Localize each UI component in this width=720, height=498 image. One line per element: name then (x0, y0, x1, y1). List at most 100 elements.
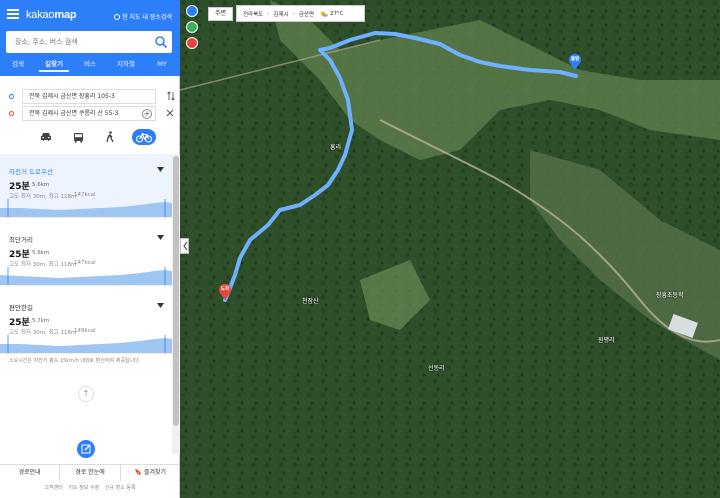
route-option-shortest[interactable]: 최단거리 25분 5.6km 고도 최저 30m, 최고 118m 147kca… (0, 222, 172, 286)
tab-my[interactable]: MY (144, 59, 180, 74)
mode-bus[interactable] (68, 129, 88, 145)
breadcrumb-province: 전라북도 (243, 11, 264, 18)
tab-label: 버스 (84, 60, 96, 68)
route-time: 25분 (9, 182, 30, 192)
end-dot-icon (9, 111, 14, 116)
walk-icon (106, 131, 114, 143)
mode-walk[interactable] (100, 129, 120, 145)
tab-search[interactable]: 검색 (0, 59, 36, 74)
pencil-icon (81, 444, 91, 454)
transport-mode-row (0, 125, 180, 149)
weather-temperature: 27°C (330, 10, 344, 17)
footer-link-edit-map[interactable]: 지도 정보 수정 (68, 485, 99, 491)
start-point-input[interactable]: 전북 김제시 금산면 장흥리 105-3 (22, 89, 156, 104)
top-bar: kakaomap 현 지도 내 장소검색 검색 길찾기 버스 지하철 MY (0, 0, 180, 76)
search-box (6, 31, 172, 53)
chevron-down-icon[interactable] (157, 167, 164, 172)
tab-bar: 검색 길찾기 버스 지하철 MY (0, 59, 180, 74)
tab-label: MY (157, 60, 167, 68)
map-layer-pins (186, 5, 200, 53)
add-waypoint-icon[interactable]: + (142, 109, 152, 119)
satellite-map (180, 0, 720, 498)
swap-icon[interactable] (167, 91, 175, 101)
near-places-label: 현 지도 내 장소검색 (122, 14, 172, 21)
end-point-input[interactable]: 전북 김제시 금산면 쿠릉리 산 55-3 (22, 106, 156, 121)
route-distance: 5.6km (32, 182, 50, 188)
tab-bus[interactable]: 버스 (72, 59, 108, 74)
route-list: 자전거 도로우선 25분 5.6km 고도 최저 30m, 최고 118m 14… (0, 154, 172, 454)
route-name: 편안한길 (9, 304, 33, 312)
near-places-search-button[interactable]: 현 지도 내 장소검색 (114, 12, 172, 21)
map-label-village: 선동리 (428, 365, 445, 372)
mode-bicycle[interactable] (132, 129, 156, 145)
favorite-button[interactable]: 🔖 즐겨찾기 (121, 465, 180, 481)
footer-link-add-place[interactable]: 신규 장소 등록 (105, 485, 136, 491)
green-pin-icon[interactable] (186, 21, 198, 33)
logo-text-map: map (54, 9, 77, 21)
logo[interactable]: kakaomap (26, 9, 77, 21)
bus-icon (73, 132, 83, 143)
chevron-left-icon (183, 241, 188, 251)
route-name: 최단거리 (9, 236, 33, 244)
search-icon[interactable] (154, 35, 168, 49)
nearby-button[interactable]: 주변 (208, 7, 233, 21)
route-distance: 5.6km (32, 250, 50, 256)
tab-label: 길찾기 (39, 60, 69, 72)
breadcrumb-district: 금산면 (298, 11, 315, 18)
tab-subway[interactable]: 지하철 (108, 59, 144, 74)
sidebar: kakaomap 현 지도 내 장소검색 검색 길찾기 버스 지하철 MY 전북… (0, 0, 180, 498)
bookmark-icon: 🔖 (134, 469, 144, 476)
map-label-mountain: 천잠산 (302, 298, 319, 305)
route-calories: 149kcal (74, 328, 96, 334)
tab-label: 지하철 (117, 60, 135, 68)
end-marker[interactable]: 도착 (218, 283, 232, 301)
sun-cloud-icon (321, 11, 328, 17)
start-dot-icon (9, 94, 14, 99)
route-calories: 147kcal (74, 260, 96, 266)
menu-icon[interactable] (7, 9, 19, 19)
blue-pin-icon[interactable] (186, 5, 198, 17)
search-input[interactable] (6, 31, 146, 53)
route-calories: 147kcal (74, 192, 96, 198)
route-distance: 5.7km (32, 318, 50, 324)
chevron-down-icon[interactable] (157, 235, 164, 240)
elevation-profile (0, 335, 172, 353)
elevation-profile (0, 199, 172, 217)
tab-directions[interactable]: 길찾기 (36, 59, 72, 74)
map-view[interactable]: 주변 전라북도 › 김제시 › 금산면 27°C 출발 도착 흥리 천잠산 선동리 … (180, 0, 720, 498)
scroll-top-button[interactable]: ↑ (78, 386, 94, 402)
edit-button[interactable] (77, 440, 95, 458)
map-label-village: 흥리 (330, 144, 342, 151)
route-time: 25분 (9, 318, 30, 328)
collapse-sidebar-button[interactable] (180, 238, 189, 254)
route-guide-button[interactable]: 경로안내 (0, 465, 61, 481)
scroll-thumb[interactable] (173, 156, 179, 426)
duration-notice: 소요시간은 자전거 평속 15km/h 내외로 환산하여 제공됩니다. (9, 358, 141, 364)
red-pin-icon[interactable] (186, 37, 198, 49)
footer: 고객센터 지도 정보 수정 신규 장소 등록 (0, 484, 180, 496)
start-marker[interactable]: 출발 (568, 53, 582, 71)
route-inputs: 전북 김제시 금산면 장흥리 105-3 전북 김제시 금산면 쿠릉리 산 55… (0, 84, 180, 124)
route-option-comfortable[interactable]: 편안한길 25분 5.7km 고도 최저 30m, 최고 118m 149kca… (0, 290, 172, 354)
chevron-down-icon[interactable] (157, 303, 164, 308)
location-breadcrumb[interactable]: 전라북도 › 김제시 › 금산면 27°C (236, 5, 365, 22)
car-icon (41, 133, 51, 141)
favorite-label: 즐겨찾기 (143, 469, 167, 476)
tab-label: 검색 (12, 60, 24, 68)
bottom-action-bar: 경로안내 경로 한눈에 🔖 즐겨찾기 (0, 464, 180, 481)
footer-link-support[interactable]: 고객센터 (44, 485, 62, 491)
scrollbar[interactable] (172, 154, 180, 454)
map-label-village: 원평리 (598, 337, 615, 344)
radio-icon (114, 13, 121, 20)
end-marker-label: 도착 (220, 287, 230, 292)
route-name: 자전거 도로우선 (9, 168, 53, 176)
start-marker-label: 출발 (570, 57, 580, 62)
breadcrumb-city: 김제시 (273, 11, 289, 18)
route-option-bike-road-first[interactable]: 자전거 도로우선 25분 5.6km 고도 최저 30m, 최고 118m 14… (0, 154, 172, 218)
map-label-school: 장흥초등학 (656, 292, 684, 299)
bicycle-icon (136, 132, 152, 143)
mode-car[interactable] (36, 129, 56, 145)
route-time: 25분 (9, 250, 30, 260)
route-overview-button[interactable]: 경로 한눈에 (60, 465, 121, 481)
close-icon[interactable] (166, 109, 174, 117)
